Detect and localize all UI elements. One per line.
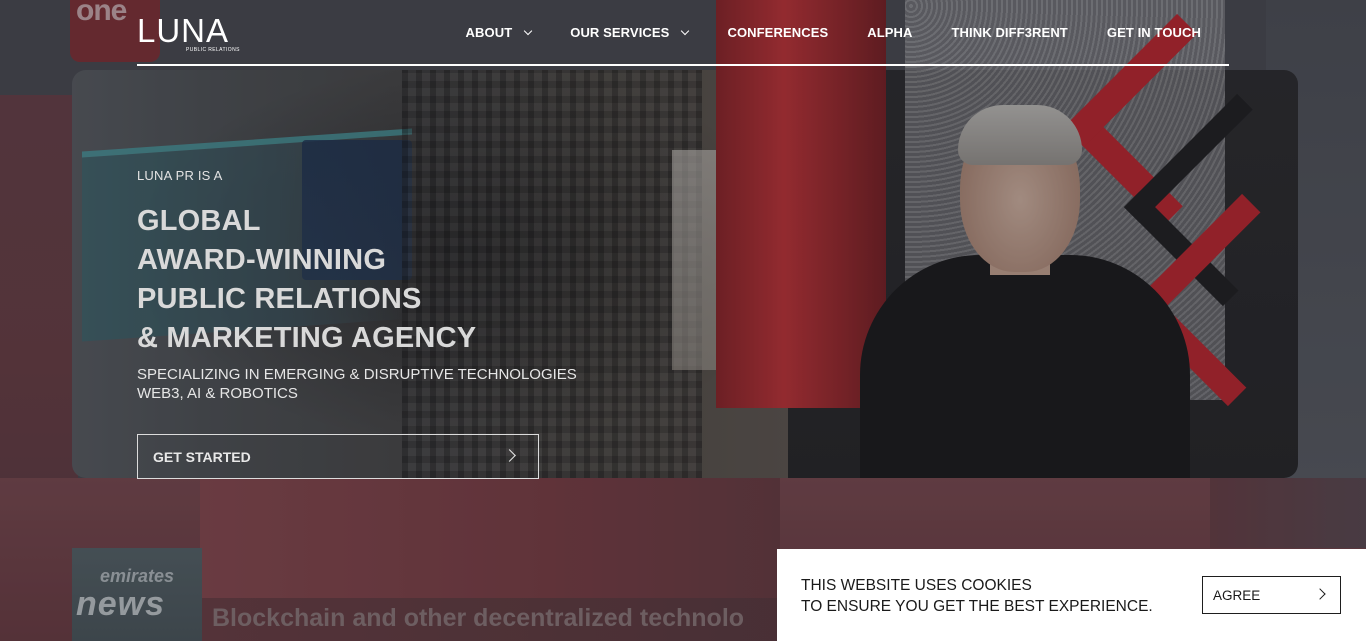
headline-line: GLOBAL [137,205,261,237]
agree-label: AGREE [1213,587,1261,603]
cookie-line: TO ENSURE YOU GET THE BEST EXPERIENCE. [801,598,1153,615]
luna-logo[interactable]: LUNA PUBLIC RELATIONS [137,12,239,53]
nav-label: ABOUT [465,25,513,40]
nav-label: ALPHA [867,25,913,40]
agree-button[interactable]: AGREE [1202,576,1341,614]
logo-subtitle: PUBLIC RELATIONS [186,47,240,53]
headline-line: & MARKETING AGENCY [137,322,477,354]
chevron-right-icon [1314,588,1326,600]
get-started-button[interactable]: GET STARTED [137,434,539,479]
cookie-message: THIS WEBSITE USES COOKIES TO ENSURE YOU … [801,575,1153,617]
headline-line: PUBLIC RELATIONS [137,283,422,315]
subtext-line: SPECIALIZING IN EMERGING & DISRUPTIVE TE… [137,366,577,383]
subtext-line: WEB3, AI & ROBOTICS [137,385,298,402]
chevron-down-icon [681,26,690,35]
chevron-right-icon [503,449,516,462]
chevron-down-icon [523,26,533,35]
site-header: LUNA PUBLIC RELATIONS ABOUT OUR SERVICES… [137,0,1229,66]
logo-wordmark: LUNA [137,12,230,49]
nav-label: GET IN TOUCH [1106,25,1201,40]
nav-item-about[interactable]: ABOUT [465,25,533,40]
nav-label: CONFERENCES [727,25,829,40]
nav-item-alpha[interactable]: ALPHA [867,25,912,40]
nav-label: THINK DIFF3RENT [951,25,1068,40]
nav-item-think-different[interactable]: THINK DIFF3RENT [952,25,1068,40]
cookie-banner: THIS WEBSITE USES COOKIES TO ENSURE YOU … [777,549,1366,641]
hero-subtext: SPECIALIZING IN EMERGING & DISRUPTIVE TE… [137,365,577,403]
cookie-line: THIS WEBSITE USES COOKIES [801,577,1032,594]
hero-headline: GLOBAL AWARD-WINNING PUBLIC RELATIONS & … [137,202,476,358]
nav-item-our-services[interactable]: OUR SERVICES [570,25,690,40]
main-nav: ABOUT OUR SERVICES CONFERENCES ALPHA THI… [466,25,1201,40]
headline-line: AWARD-WINNING [137,244,387,276]
nav-item-get-in-touch[interactable]: GET IN TOUCH [1107,25,1201,40]
get-started-label: GET STARTED [153,448,251,465]
nav-item-conferences[interactable]: CONFERENCES [727,25,828,40]
nav-label: OUR SERVICES [570,25,670,40]
hero-eyebrow: LUNA PR IS A [137,168,223,183]
